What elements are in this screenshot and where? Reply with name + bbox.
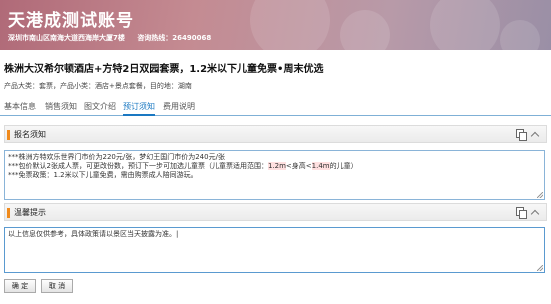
header-contact: 深圳市南山区南海大道西海岸大厦7楼 咨询热线：26490068 <box>8 33 221 43</box>
product-title: 株洲大汉希尔顿酒店+方特2日双园套票，1.2米以下儿童免票•周末优选 <box>4 64 324 75</box>
copy-icon[interactable] <box>516 207 527 219</box>
section-accent-bar <box>7 208 10 218</box>
tips-text: 以上信息仅供参考，具体政策请以景区当天披露为准。| <box>8 230 179 238</box>
tab-bar: 基本信息 销售须知 图文介绍 预订须知 费用说明 <box>0 99 551 116</box>
tab-graphic-intro[interactable]: 图文介绍 <box>84 101 116 112</box>
tab-booking-notice[interactable]: 预订须知 <box>123 101 155 116</box>
resize-grip-icon[interactable] <box>537 265 543 271</box>
collapse-chevron-icon[interactable] <box>531 208 540 217</box>
highlight-text: 1.2m <box>267 162 286 170</box>
section-tools <box>516 129 540 141</box>
header-address: 深圳市南山区南海大道西海岸大厦7楼 <box>8 34 125 42</box>
resize-grip-icon[interactable] <box>537 192 543 198</box>
highlight-text: 1.4m <box>311 162 330 170</box>
page-header: 天港成测试账号 深圳市南山区南海大道西海岸大厦7楼 咨询热线：26490068 <box>0 0 551 50</box>
account-title: 天港成测试账号 <box>8 11 134 31</box>
confirm-button[interactable]: 确 定 <box>4 279 36 293</box>
copy-icon[interactable] <box>516 129 527 141</box>
tab-sales-notice[interactable]: 销售须知 <box>45 101 77 112</box>
tips-editor[interactable]: 以上信息仅供参考，具体政策请以景区当天披露为准。| <box>4 227 545 273</box>
section-tools <box>516 207 540 219</box>
section-accent-bar <box>7 130 10 140</box>
notice-line: ***免票政策：1.2米以下儿童免费，需由购票成人陪同游玩。 <box>8 171 198 179</box>
header-hotline: 咨询热线：26490068 <box>137 34 212 42</box>
collapse-chevron-icon[interactable] <box>531 130 540 139</box>
tab-basic-info[interactable]: 基本信息 <box>4 101 36 112</box>
tips-header: 温馨提示 <box>4 203 547 221</box>
booking-notice-editor[interactable]: ***株洲方特欢乐世界门市价为220元/张，梦幻王国门市价为240元/张 ***… <box>4 150 545 200</box>
booking-notice-title: 报名须知 <box>14 130 46 139</box>
booking-notice-header: 报名须知 <box>4 125 547 143</box>
cancel-button[interactable]: 取 消 <box>41 279 73 293</box>
product-meta: 产品大类：套票，产品小类：酒店+景点套餐，目的地：湖南 <box>4 82 192 90</box>
tips-title: 温馨提示 <box>14 208 46 217</box>
tab-fee-description[interactable]: 费用说明 <box>163 101 195 112</box>
notice-line: ***株洲方特欢乐世界门市价为220元/张，梦幻王国门市价为240元/张 <box>8 153 225 161</box>
notice-line: ***包价默认2张成人票，可更改份数，预订下一步可加选儿童票（儿童票适用范围：1… <box>8 162 358 170</box>
